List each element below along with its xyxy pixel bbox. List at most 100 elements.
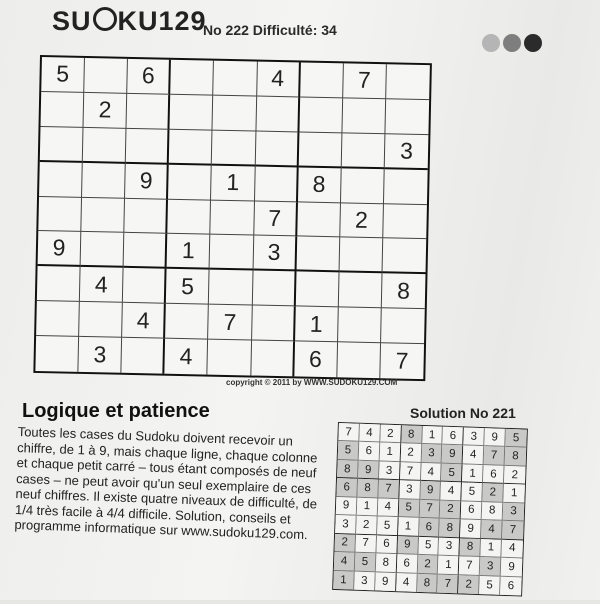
puzzle-cell: 1	[294, 306, 339, 343]
solution-cell: 1	[333, 570, 355, 590]
solution-cell: 6	[396, 554, 418, 574]
solution-cell: 6	[336, 478, 358, 498]
puzzle-cell: 7	[342, 63, 387, 100]
solution-cell: 9	[397, 535, 419, 555]
solution-cell: 3	[463, 427, 486, 447]
puzzle-cell	[39, 126, 84, 163]
solution-cell: 3	[378, 461, 401, 481]
puzzle-cell	[207, 339, 252, 376]
puzzle-cell	[81, 197, 126, 234]
solution-cell: 1	[397, 517, 420, 537]
solution-cell: 4	[420, 462, 443, 482]
solution-cell: 3	[399, 480, 421, 500]
puzzle-cell	[169, 94, 214, 131]
puzzle-cell	[299, 62, 344, 99]
puzzle-cell: 4	[122, 303, 167, 339]
solution-cell: 9	[374, 571, 397, 592]
puzzle-cell: 7	[253, 201, 298, 237]
solution-cell: 8	[439, 518, 461, 538]
puzzle-cell	[40, 91, 85, 128]
puzzle-cell: 9	[37, 231, 82, 268]
solution-cell: 2	[400, 443, 422, 463]
solution-cell: 1	[421, 425, 444, 446]
solution-cell: 6	[483, 464, 505, 485]
issue-and-difficulty: No 222 Difficulté: 34	[203, 22, 337, 38]
solution-area: 7428163955612394788937451626873945219145…	[332, 422, 528, 604]
puzzle-cell	[167, 199, 212, 236]
solution-cell: 1	[379, 442, 401, 463]
puzzle-cell	[299, 97, 343, 134]
solution-cell: 9	[419, 481, 442, 501]
puzzle-cell	[36, 266, 81, 303]
puzzle-cell	[82, 162, 126, 199]
solution-cell: 4	[395, 572, 418, 592]
puzzle-cell	[380, 308, 425, 345]
solution-cell: 2	[355, 515, 378, 536]
solution-cell: 7	[399, 462, 422, 482]
puzzle-cell	[124, 198, 169, 235]
solution-cell: 8	[357, 479, 379, 499]
puzzle-cell: 5	[41, 57, 86, 93]
puzzle-cell	[252, 270, 297, 307]
solution-cell: 7	[483, 446, 506, 466]
puzzle-cell	[213, 60, 258, 97]
puzzle-cell	[383, 168, 428, 205]
solution-title: Solution No 221	[410, 405, 516, 421]
puzzle-cell	[254, 166, 299, 202]
puzzle-cell	[168, 164, 213, 201]
puzzle-cell: 4	[79, 267, 124, 304]
solution-cell: 1	[462, 464, 484, 484]
solution-grid: 7428163955612394788937451626873945219145…	[332, 422, 528, 597]
solution-cell: 9	[484, 428, 506, 448]
puzzle-cell: 4	[256, 61, 301, 98]
solution-cell: 8	[459, 537, 482, 558]
solution-cell: 7	[459, 556, 481, 576]
solution-cell: 7	[338, 423, 360, 443]
solution-cell: 3	[335, 515, 357, 535]
solution-cell: 2	[504, 465, 526, 485]
solution-cell: 2	[440, 500, 462, 520]
solution-cell: 8	[400, 425, 423, 445]
solution-cell: 6	[376, 535, 398, 555]
puzzle-cell: 3	[253, 235, 297, 272]
solution-cell: 7	[355, 534, 377, 554]
difficulty-indicator	[482, 34, 542, 52]
puzzle-cell: 3	[78, 336, 123, 373]
solution-cell: 6	[358, 442, 381, 462]
solution-cell: 4	[462, 445, 485, 465]
puzzle-cell	[386, 64, 430, 101]
puzzle-cell: 1	[166, 234, 211, 270]
solution-cell: 3	[354, 571, 376, 591]
solution-cell: 9	[335, 496, 358, 516]
solution-cell: 9	[357, 460, 380, 480]
puzzle-cell	[337, 307, 382, 344]
solution-cell: 8	[416, 573, 439, 593]
solution-cell: 5	[505, 428, 527, 449]
puzzle-cell	[82, 127, 127, 164]
solution-cell: 8	[337, 459, 359, 480]
solution-cell: 9	[442, 445, 464, 465]
difficulty-dot-3	[524, 34, 542, 52]
logo-o-ring	[92, 7, 117, 31]
solution-cell: 7	[502, 521, 524, 541]
solution-cell: 2	[334, 533, 356, 553]
puzzle-cell: 4	[164, 338, 209, 375]
sudoku129-logo: SU KU129	[52, 6, 207, 36]
solution-cell: 5	[376, 516, 399, 536]
solution-cell: 4	[333, 552, 356, 572]
solution-cell: 3	[502, 502, 525, 522]
puzzle-cell	[79, 302, 124, 338]
puzzle-cell	[255, 131, 300, 168]
puzzle-cell	[210, 200, 255, 236]
puzzle-cell: 6	[293, 341, 338, 378]
puzzle-cell	[383, 203, 427, 240]
puzzle-cell	[170, 59, 215, 96]
puzzle-cell	[341, 133, 386, 169]
puzzle-cell	[296, 236, 341, 273]
solution-cell: 4	[501, 539, 523, 559]
puzzle-cell	[35, 336, 80, 372]
puzzle-cell: 6	[127, 58, 172, 95]
solution-cell: 5	[417, 536, 440, 556]
puzzle-cell	[39, 161, 83, 198]
puzzle-cell	[250, 340, 295, 377]
